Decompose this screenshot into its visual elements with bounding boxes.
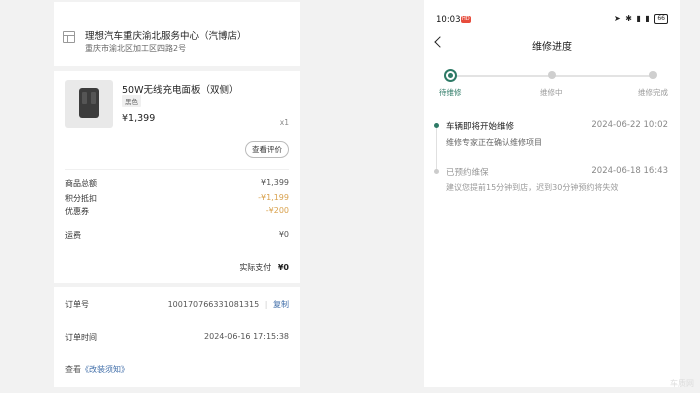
order-info-card: 订单号 100170766331081315 | 复制 订单时间 2024-06…	[54, 287, 300, 387]
step-label-pending: 待维修	[439, 88, 462, 97]
order-detail-panel: 理想汽车重庆渝北服务中心（汽博店） 重庆市渝北区加工区四路2号 50W无线充电面…	[54, 0, 300, 393]
view-prefix: 查看	[65, 365, 81, 374]
summary-value: ¥0	[278, 230, 289, 239]
event-title: 车辆即将开始维修	[446, 122, 515, 132]
event-description: 建议您提前15分钟到店，迟到30分钟预约将失效	[446, 183, 619, 192]
step-label-complete: 维修完成	[638, 88, 668, 97]
order-number-label: 订单号	[65, 300, 89, 309]
order-card: 50W无线充电面板（双侧） 黑色 ¥1,399 x1 查看评价 商品总额 ¥1,…	[54, 71, 300, 283]
charging-pad-icon	[79, 88, 99, 118]
summary-label: 积分抵扣	[65, 194, 97, 203]
event-title: 已预约维保	[446, 168, 489, 178]
product-name: 50W无线充电面板（双侧）	[122, 85, 239, 96]
store-card[interactable]: 理想汽车重庆渝北服务中心（汽博店） 重庆市渝北区加工区四路2号	[54, 2, 300, 66]
step-node-pending	[444, 69, 457, 82]
summary-label: 优惠券	[65, 207, 89, 216]
summary-label: 运费	[65, 231, 81, 240]
store-icon	[63, 31, 75, 43]
repair-progress-screen: 10:03 HD ➤ ✱ ▮ ▮ 66 维修进度 待维修 维修中 维修完成 车辆…	[424, 0, 680, 387]
separator: |	[264, 300, 268, 309]
timeline-line	[436, 127, 437, 172]
clock: 10:03	[436, 15, 461, 25]
summary-value: ¥1,399	[261, 178, 289, 187]
notice-text: 查看《改装须知》	[65, 364, 129, 375]
step-node-complete	[649, 71, 657, 79]
order-number: 100170766331081315	[167, 300, 260, 309]
modification-notice-link[interactable]: 《改装须知》	[81, 365, 129, 374]
paid-value: ¥0	[277, 263, 289, 272]
divider	[65, 169, 289, 170]
signal-icons: ➤ ✱ ▮ ▮	[613, 14, 651, 23]
summary-value: -¥200	[265, 206, 289, 215]
order-time-label: 订单时间	[65, 333, 97, 342]
summary-label: 商品总额	[65, 179, 97, 188]
event-description: 维修专家正在确认维修项目	[446, 138, 542, 147]
step-node-in-progress	[548, 71, 556, 79]
order-number-value: 100170766331081315 | 复制	[168, 299, 289, 310]
copy-button[interactable]: 复制	[273, 300, 289, 309]
step-label-in-progress: 维修中	[540, 88, 563, 97]
product-variant: 黑色	[122, 95, 141, 107]
store-name: 理想汽车重庆渝北服务中心（汽博店）	[85, 31, 247, 42]
summary-value: -¥1,199	[258, 193, 289, 202]
store-address: 重庆市渝北区加工区四路2号	[85, 44, 187, 53]
status-icons: ➤ ✱ ▮ ▮ 66	[614, 14, 668, 24]
view-review-button[interactable]: 查看评价	[245, 141, 289, 158]
event-time: 2024-06-18 16:43	[591, 166, 668, 176]
paid-label: 实际支付	[239, 263, 272, 272]
status-bar: 10:03 HD ➤ ✱ ▮ ▮ 66	[424, 0, 680, 25]
paid-amount: 实际支付 ¥0	[239, 262, 289, 273]
event-time: 2024-06-22 10:02	[591, 120, 668, 130]
order-time-value: 2024-06-16 17:15:38	[204, 332, 289, 341]
product-quantity: x1	[279, 118, 289, 127]
battery-icon: 66	[654, 14, 668, 24]
page-title: 维修进度	[532, 42, 572, 53]
product-price: ¥1,399	[122, 113, 156, 124]
timeline-dot-past	[434, 169, 439, 174]
hd-badge: HD	[461, 16, 471, 23]
product-image[interactable]	[65, 80, 113, 128]
watermark: 车质网	[670, 379, 694, 388]
timeline-dot-current	[434, 123, 439, 128]
